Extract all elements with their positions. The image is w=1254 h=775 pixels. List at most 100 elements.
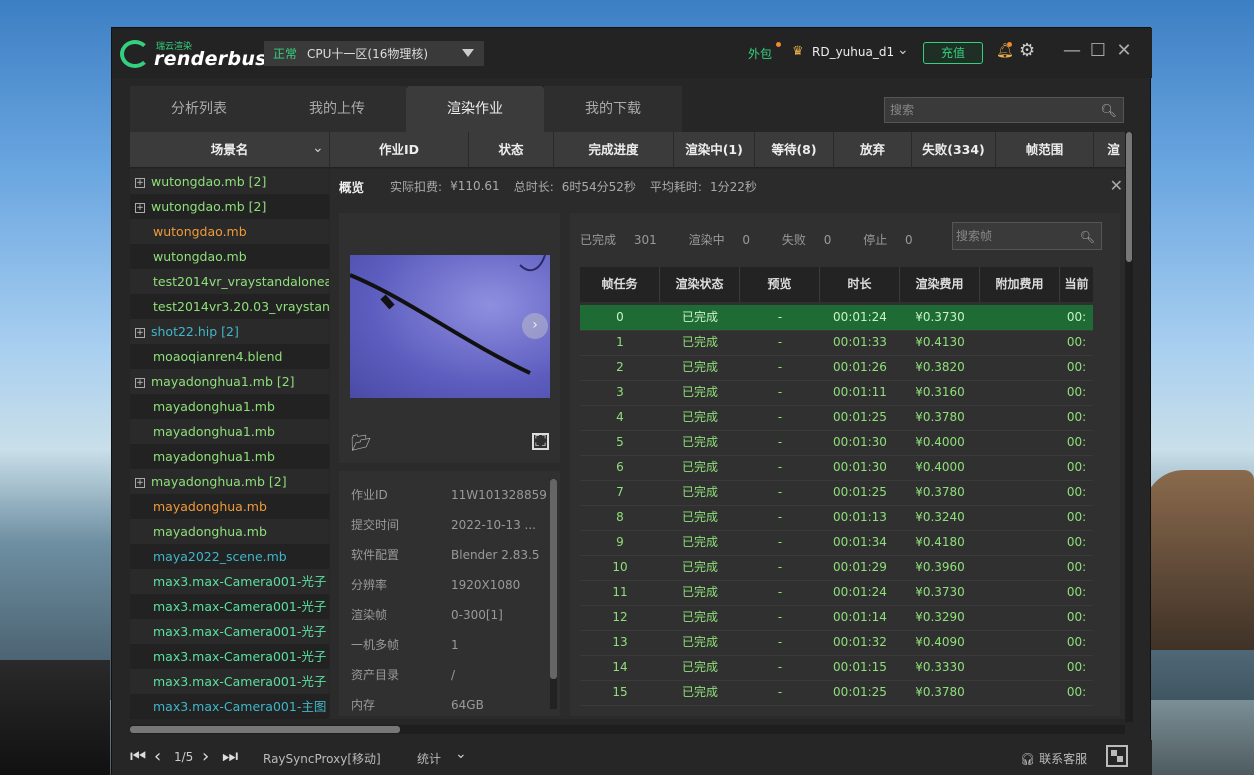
frame-row[interactable]: 0 已完成 - 00:01:24 ¥0.3730 00: [580, 305, 1093, 330]
col-scene-name[interactable]: 场景名 [130, 132, 330, 168]
search-input[interactable]: 搜索 🔍︎ [884, 97, 1124, 123]
scene-list-item[interactable]: moaoqianren4.blend [130, 344, 329, 369]
next-arrow-icon[interactable]: › [522, 313, 548, 339]
search-icon[interactable]: 🔍︎ [1100, 100, 1117, 124]
frame-row[interactable]: 15 已完成 - 00:01:25 ¥0.3780 00: [580, 680, 1093, 705]
scene-list-item[interactable]: max3.max-Camera001-光子 [130, 569, 329, 594]
col-rendering[interactable]: 渲染中(1) [674, 132, 755, 168]
render-thumbnail[interactable] [350, 255, 550, 398]
frame-row[interactable]: 7 已完成 - 00:01:25 ¥0.3780 00: [580, 480, 1093, 505]
scene-list-item[interactable]: + mayadonghua1.mb [2] [130, 369, 329, 394]
tab-upload[interactable]: 我的上传 [268, 86, 406, 132]
frame-search-input[interactable]: 搜索帧 🔍︎ [952, 222, 1102, 250]
crown-icon: ♛ [792, 44, 804, 59]
col-waiting[interactable]: 等待(8) [755, 132, 834, 168]
scene-list-item[interactable]: mayadonghua.mb [130, 494, 329, 519]
region-select[interactable]: 正常 CPU十一区(16物理核) [264, 41, 484, 66]
prev-page-icon[interactable]: ‹ [154, 746, 161, 767]
frame-row[interactable]: 12 已完成 - 00:01:14 ¥0.3290 00: [580, 605, 1093, 630]
col-frame-range[interactable]: 帧范围 [996, 132, 1094, 168]
frame-row[interactable]: 1 已完成 - 00:01:33 ¥0.4130 00: [580, 330, 1093, 355]
qr-code-icon[interactable] [1106, 745, 1128, 767]
last-page-icon[interactable]: ⏭︎ [222, 746, 238, 767]
close-button[interactable]: ✕ [1114, 40, 1134, 61]
col-preview[interactable]: 预览 [740, 267, 820, 302]
scene-list-item[interactable]: wutongdao.mb [130, 244, 329, 269]
scene-list-item[interactable]: mayadonghua1.mb [130, 419, 329, 444]
scene-list-item[interactable]: + mayadonghua.mb [2] [130, 469, 329, 494]
expand-plus-icon[interactable]: + [135, 178, 145, 188]
close-icon[interactable]: ✕ [1110, 176, 1123, 195]
col-duration[interactable]: 时长 [820, 267, 900, 302]
scene-list-item[interactable]: wutongdao.mb [130, 219, 329, 244]
expand-plus-icon[interactable]: + [135, 478, 145, 488]
chevron-down-icon[interactable]: ⌄ [897, 42, 909, 58]
col-job-id[interactable]: 作业ID [330, 132, 469, 168]
expand-plus-icon[interactable]: + [135, 328, 145, 338]
fullscreen-icon[interactable]: ⛶ [532, 433, 549, 450]
frame-row[interactable]: 11 已完成 - 00:01:24 ¥0.3730 00: [580, 580, 1093, 605]
scene-list-item[interactable]: max3.max-Camera001-主图 [130, 694, 329, 719]
scene-list-item[interactable]: max3.max-Camera001-光子 [130, 594, 329, 619]
col-status[interactable]: 状态 [469, 132, 554, 168]
scene-list-item[interactable]: mayadonghua1.mb [130, 394, 329, 419]
scene-list-item[interactable]: mayadonghua.mb [130, 519, 329, 544]
scene-list-item[interactable]: test2014vr3.20.03_vraystand... [130, 294, 329, 319]
scene-name: maya2022_scene.mb [153, 549, 287, 564]
frame-row[interactable]: 14 已完成 - 00:01:15 ¥0.3330 00: [580, 655, 1093, 680]
scene-list-item[interactable]: + shot22.hip [2] [130, 319, 329, 344]
first-page-icon[interactable]: ⏮︎ [130, 746, 146, 767]
scene-list-item[interactable]: maya2022_scene.mb [130, 544, 329, 569]
scene-list-item[interactable]: max3.max-Camera001-光子 [130, 619, 329, 644]
frame-row[interactable]: 4 已完成 - 00:01:25 ¥0.3780 00: [580, 405, 1093, 430]
horizontal-scrollbar[interactable] [130, 725, 1125, 734]
frame-row[interactable]: 10 已完成 - 00:01:29 ¥0.3960 00: [580, 555, 1093, 580]
col-abandoned[interactable]: 放弃(13387) [834, 132, 912, 193]
col-render-status[interactable]: 渲染状态 [660, 267, 740, 302]
gear-icon[interactable]: ⚙ [1019, 40, 1035, 61]
col-extra-cost[interactable]: 附加费用 [980, 267, 1060, 302]
tab-render-jobs[interactable]: 渲染作业 [406, 86, 544, 132]
scene-list-item[interactable]: test2014vr_vraystandalonea... [130, 269, 329, 294]
page-indicator: 1/5 [174, 750, 194, 764]
chevron-down-icon[interactable]: ⌄ [455, 746, 467, 762]
scene-list-item[interactable]: max3.max-Camera001-光子 [130, 669, 329, 694]
folder-icon[interactable]: 📂︎ [351, 433, 371, 452]
next-page-icon[interactable]: › [202, 746, 209, 767]
col-failed[interactable]: 失败(334) [912, 132, 996, 168]
recharge-button[interactable]: 充值 [923, 42, 983, 64]
proxy-status[interactable]: RaySyncProxy[移动] [263, 750, 381, 767]
contact-service-link[interactable]: 🎧︎ 联系客服 [1020, 750, 1087, 767]
username[interactable]: RD_yuhua_d1 [812, 45, 894, 59]
col-frame-task[interactable]: 帧任务 [580, 267, 660, 302]
frame-row[interactable]: 3 已完成 - 00:01:11 ¥0.3160 00: [580, 380, 1093, 405]
scene-list-item[interactable]: max3.max-Camera001-光子 [130, 644, 329, 669]
frame-row[interactable]: 9 已完成 - 00:01:34 ¥0.4180 00: [580, 530, 1093, 555]
done-label: 已完成 [580, 233, 617, 247]
frame-row[interactable]: 5 已完成 - 00:01:30 ¥0.4000 00: [580, 430, 1093, 455]
scene-list-item[interactable]: + wutongdao.mb [2] [130, 194, 329, 219]
frame-row[interactable]: 13 已完成 - 00:01:32 ¥0.4090 00: [580, 630, 1093, 655]
frame-row[interactable]: 2 已完成 - 00:01:26 ¥0.3820 00: [580, 355, 1093, 380]
frame-cell-cost: ¥0.3330 [915, 660, 965, 674]
frame-row[interactable]: 6 已完成 - 00:01:30 ¥0.4000 00: [580, 455, 1093, 480]
col-current[interactable]: 当前 [1060, 267, 1093, 302]
stats-dropdown[interactable]: 统计 [417, 750, 441, 767]
frame-cell-status: 已完成 [681, 660, 718, 674]
frame-row[interactable]: 8 已完成 - 00:01:13 ¥0.3240 00: [580, 505, 1093, 530]
scene-list-item[interactable]: mayadonghua1.mb [130, 444, 329, 469]
col-progress[interactable]: 完成进度 [554, 132, 674, 168]
search-icon[interactable]: 🔍︎ [1080, 224, 1095, 250]
expand-plus-icon[interactable]: + [135, 203, 145, 213]
scene-list-item[interactable]: + wutongdao.mb [2] [130, 169, 329, 194]
vertical-scrollbar[interactable] [1125, 132, 1133, 722]
expand-plus-icon[interactable]: + [135, 378, 145, 388]
minimize-button[interactable]: — [1062, 40, 1082, 61]
waibao-link[interactable]: 外包 [748, 45, 772, 62]
col-render-cost[interactable]: 渲染费用 [900, 267, 980, 302]
tab-download[interactable]: 我的下载 [544, 86, 682, 132]
maximize-button[interactable]: ☐ [1088, 40, 1108, 61]
tab-analysis[interactable]: 分析列表 [130, 86, 268, 132]
info-scrollbar[interactable] [550, 479, 557, 709]
chevron-down-icon[interactable]: ⌄ [312, 140, 324, 156]
